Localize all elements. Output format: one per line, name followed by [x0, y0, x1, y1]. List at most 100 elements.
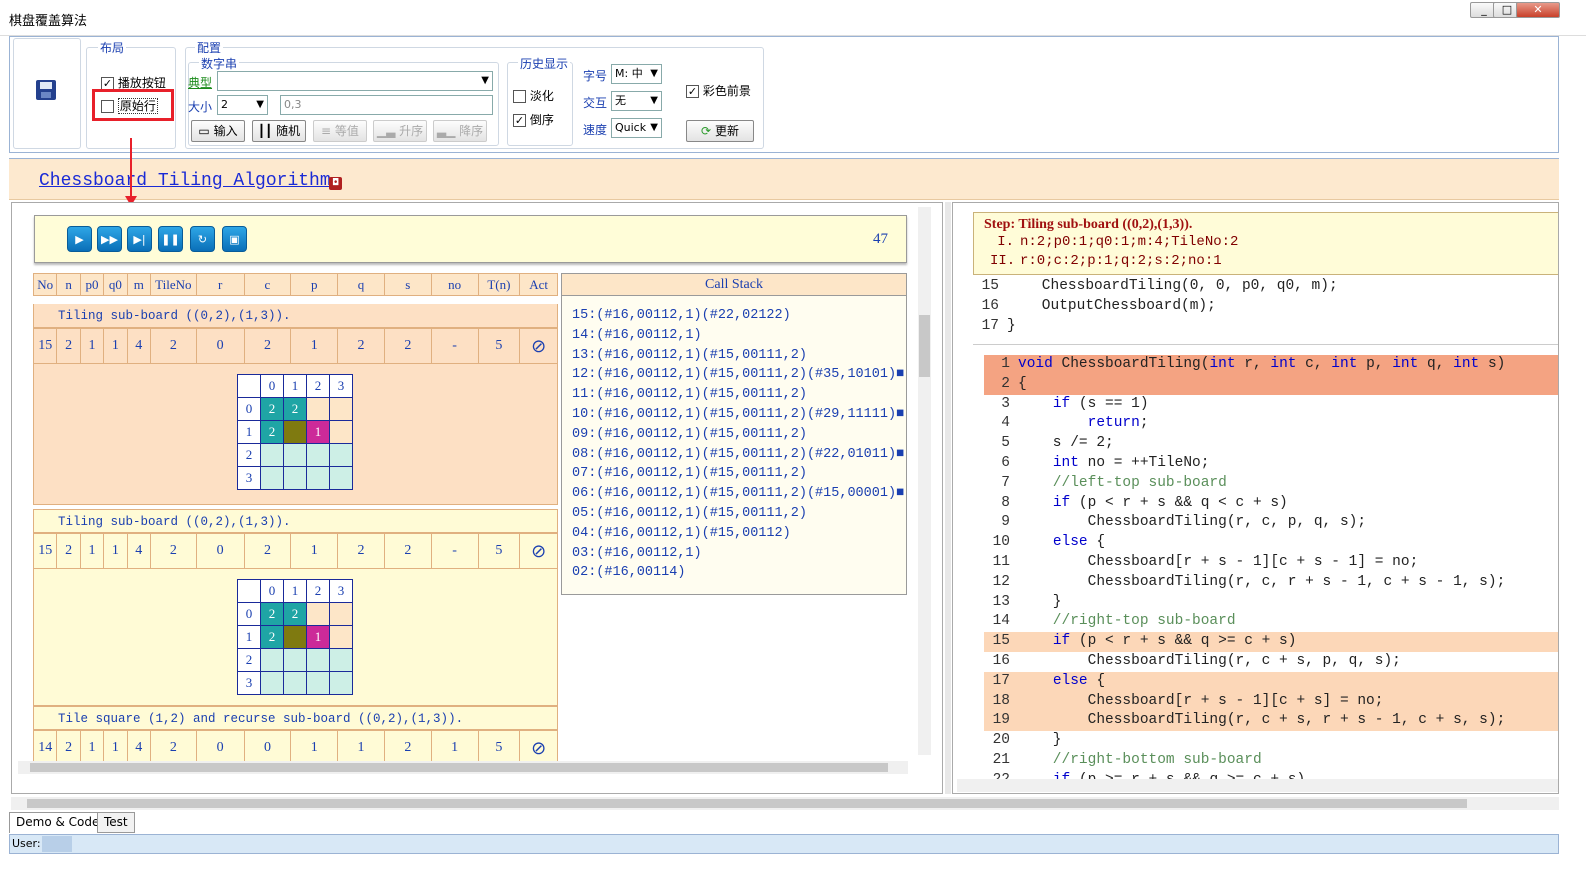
random-button[interactable]: ┃┃ 随机 — [252, 120, 306, 142]
fast-forward-icon[interactable]: ▶▶ — [97, 226, 122, 252]
code-horizontal-scrollbar[interactable] — [957, 779, 1558, 792]
update-button-label: 更新 — [714, 124, 739, 138]
no-action-icon[interactable]: ⊘ — [519, 328, 558, 364]
checkbox-checked-icon: ✓ — [513, 114, 526, 127]
board-corner — [237, 374, 261, 398]
col-c: c — [243, 273, 292, 296]
algorithm-title-link[interactable]: Chessboard Tiling Algorithm — [39, 171, 331, 191]
toolbar-panel: 布局 ✓ 播放按钮 原始行 配置 数字串 典型 ▼ 大小 2 ▼ 0,3 ▭ 输入… — [9, 36, 1559, 153]
code-text: } — [1018, 732, 1062, 749]
code-text: ChessboardTiling(r, c + s, r + s - 1, c … — [1018, 712, 1506, 729]
replay-icon[interactable]: ↻ — [190, 226, 215, 252]
code-line: 21 //right-bottom sub-board — [984, 751, 1558, 771]
refresh-icon: ⟳ — [701, 124, 712, 138]
board-cell: 2 — [260, 397, 284, 421]
board-cell — [283, 625, 307, 649]
code-line: 6 int no = ++TileNo; — [984, 454, 1558, 474]
board-cell — [329, 397, 353, 421]
window-title: 棋盘覆盖算法 — [9, 14, 88, 29]
save-icon[interactable]: ▣ — [222, 226, 247, 252]
tab-demo-code[interactable]: Demo & Code — [9, 812, 107, 833]
digit-input[interactable]: 0,3 — [280, 95, 493, 115]
col-r: r — [195, 273, 245, 296]
font-select[interactable]: M: 中 ▼ — [611, 64, 662, 84]
record-description: Tiling sub-board ((0,2),(1,3)). — [33, 509, 558, 533]
pause-icon[interactable]: ❚❚ — [158, 226, 183, 252]
ascending-button[interactable]: ▁▃ 升序 — [373, 120, 427, 142]
speed-select[interactable]: Quick ▼ — [611, 118, 662, 138]
code-text: ChessboardTiling(r, c, r + s - 1, c + s … — [1018, 573, 1506, 590]
code-line: 22 if (p >= r + s && q >= c + s) — [984, 771, 1558, 779]
code-line: 19 ChessboardTiling(r, c + s, r + s - 1,… — [984, 711, 1558, 732]
call-stack-entry: 02:(#16,00114) — [572, 565, 686, 581]
splitter[interactable] — [945, 202, 951, 794]
vertical-scrollbar[interactable] — [918, 207, 931, 755]
update-button[interactable]: ⟳ 更新 — [686, 120, 754, 142]
line-number: 9 — [1001, 514, 1010, 531]
scrollbar-thumb[interactable] — [30, 763, 888, 772]
line-number: 14 — [992, 613, 1010, 630]
board-cell — [306, 602, 330, 626]
col-no: No — [33, 273, 58, 296]
code-line: 5 s /= 2; — [984, 434, 1558, 454]
save-group — [13, 38, 81, 149]
cell: 15 — [33, 533, 58, 569]
size-select[interactable]: 2 ▼ — [217, 95, 268, 115]
typical-select[interactable]: ▼ — [217, 71, 493, 91]
font-value: M: 中 — [615, 67, 643, 80]
descending-button[interactable]: ▃▁ 降序 — [433, 120, 487, 142]
step-line-text: r:0;c:2;p:1;q:2;s:2;no:1 — [1020, 253, 1222, 269]
interact-select[interactable]: 无 ▼ — [611, 91, 662, 111]
main-horizontal-scrollbar[interactable] — [11, 797, 1559, 810]
call-stack-entry: 07:(#16,00112,1)(#15,00111,2) — [572, 466, 807, 482]
tab-test[interactable]: Test — [97, 812, 135, 833]
record-icon[interactable]: ◘ — [329, 177, 342, 190]
call-stack-entry: 09:(#16,00112,1)(#15,00111,2) — [572, 426, 807, 442]
line-number: 20 — [992, 732, 1010, 749]
play-icon[interactable]: ▶ — [67, 226, 92, 252]
equal-button[interactable]: ≡ 等值 — [313, 120, 367, 142]
code-text: OutputChessboard(m); — [1007, 297, 1216, 314]
code-line: 7 //left-top sub-board — [984, 474, 1558, 494]
cell: 2 — [383, 533, 432, 569]
close-button[interactable]: ✕ — [1516, 2, 1560, 18]
scrollbar-thumb[interactable] — [919, 315, 930, 377]
col-act: Act — [519, 273, 558, 296]
line-number: 4 — [1001, 415, 1010, 432]
config-group-label: 配置 — [195, 39, 224, 56]
record-block-1: Tiling sub-board ((0,2),(1,3)). 15 2 1 1… — [33, 304, 558, 505]
reverse-checkbox[interactable]: ✓ 倒序 — [513, 111, 554, 128]
board-cell — [329, 466, 353, 490]
board-cell: 1 — [306, 625, 330, 649]
code-line: 15 if (p < r + s && q >= c + s) — [984, 632, 1558, 652]
skip-end-icon[interactable]: ▶| — [127, 226, 152, 252]
line-number: 5 — [1001, 435, 1010, 452]
cell: - — [430, 533, 479, 569]
scrollbar-thumb[interactable] — [27, 799, 1467, 808]
code-line: 9 ChessboardTiling(r, c, p, q, s); — [984, 513, 1558, 533]
cell: 1 — [103, 533, 128, 569]
cell: 2 — [243, 533, 292, 569]
board-cell: 2 — [260, 625, 284, 649]
call-stack-entry: 06:(#16,00112,1)(#15,00111,2)(#15,00001)… — [572, 486, 905, 502]
fade-checkbox[interactable]: 淡化 — [513, 87, 554, 104]
code-line: 15 ChessboardTiling(0, 0, p0, q0, m); — [973, 277, 1558, 297]
step-text: Tiling sub-board ((0,2),(1,3)). — [1018, 217, 1193, 232]
line-number: 6 — [1001, 454, 1010, 471]
code-line: 16 ChessboardTiling(r, c + s, p, q, s); — [984, 652, 1558, 672]
save-icon[interactable] — [36, 80, 56, 100]
cell: 4 — [126, 328, 151, 364]
code-text: //left-top sub-board — [1018, 474, 1227, 491]
cell: 5 — [477, 328, 521, 364]
board-cell — [283, 466, 307, 490]
input-button[interactable]: ▭ 输入 — [191, 120, 245, 142]
color-foreground-checkbox[interactable]: ✓ 彩色前景 — [686, 82, 751, 99]
horizontal-scrollbar[interactable] — [18, 761, 908, 774]
code-text: //right-top sub-board — [1018, 613, 1236, 630]
col-s: s — [383, 273, 432, 296]
board-area: 012302212123 — [33, 569, 558, 706]
cell: 1 — [79, 533, 105, 569]
no-action-icon[interactable]: ⊘ — [519, 533, 558, 569]
title-banner: Chessboard Tiling Algorithm ◘ — [9, 158, 1559, 200]
code-line: 17 else { — [984, 671, 1558, 692]
